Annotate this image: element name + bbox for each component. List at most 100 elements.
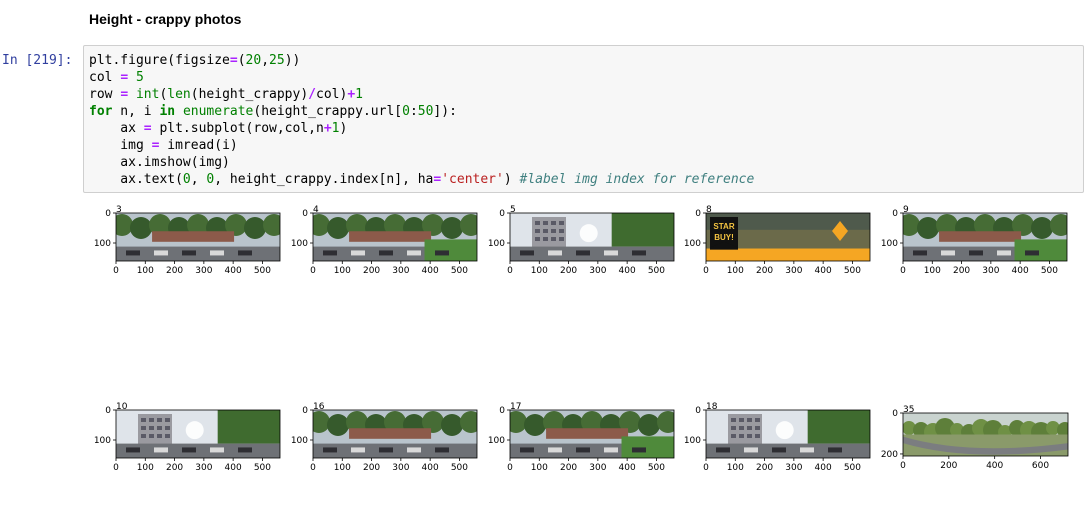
photo-tree — [327, 217, 349, 239]
photo-window — [739, 426, 744, 430]
photo-sun — [775, 421, 794, 440]
photo-building — [349, 231, 432, 242]
x-tick-label: 500 — [451, 266, 468, 276]
code-token: #label img index for reference — [519, 172, 755, 187]
code-token: (height_crappy.url[ — [253, 104, 403, 119]
x-tick-label: 100 — [531, 266, 548, 276]
image-index-label: 10 — [116, 402, 128, 412]
code-token: ]): — [433, 104, 457, 119]
photo-car — [238, 447, 252, 453]
photo-window — [157, 434, 162, 438]
photo-window — [731, 434, 736, 438]
photo-tree — [313, 214, 330, 236]
subplot-axes: 50 100 200 300 400 5000100 — [488, 205, 675, 276]
code-line: ax.text(0, 0, height_crappy.index[n], ha… — [89, 171, 1083, 188]
y-tick-label: 0 — [302, 209, 308, 219]
ad-banner-strip — [706, 248, 870, 261]
image-index-label: 18 — [706, 402, 718, 412]
photo-window — [755, 434, 760, 438]
x-tick-label: 500 — [648, 463, 665, 473]
y-tick-label: 100 — [488, 436, 505, 446]
image-content — [510, 410, 674, 458]
y-tick-label: 100 — [94, 436, 111, 446]
subplot-axes: 40 100 200 300 400 5000100 — [291, 205, 478, 276]
y-tick-label: 0 — [695, 209, 701, 219]
photo-car — [1025, 250, 1039, 256]
x-tick-label: 200 — [756, 266, 773, 276]
photo-car — [182, 250, 196, 256]
photo-car — [323, 447, 337, 453]
code-editor[interactable]: plt.figure(figsize=(20,25)) col = 5 row = … — [89, 52, 1083, 188]
photo-tree — [327, 414, 349, 436]
photo-car — [435, 447, 449, 453]
x-tick-label: 300 — [195, 463, 212, 473]
photo-car — [576, 447, 590, 453]
x-tick-label: 400 — [225, 463, 242, 473]
x-tick-label: 400 — [815, 266, 832, 276]
x-tick-label: 300 — [982, 266, 999, 276]
x-tick-label: 100 — [531, 463, 548, 473]
photo-car — [210, 250, 224, 256]
code-token: ax.text( — [89, 172, 183, 187]
photo-tree — [903, 214, 920, 236]
subplot-axes: 100 100 200 300 400 5000100 — [94, 402, 281, 473]
code-line: row = int(len(height_crappy)/col)+1 — [89, 86, 1083, 103]
photo-tree — [510, 411, 527, 433]
image-index-label: 17 — [510, 402, 521, 412]
x-tick-label: 600 — [1032, 461, 1049, 471]
photo-window — [543, 221, 548, 225]
x-tick-label: 100 — [727, 463, 744, 473]
photo-building — [152, 231, 235, 242]
photo-window — [157, 426, 162, 430]
photo-car — [828, 447, 842, 453]
subplot-axes: 30 100 200 300 400 5000100 — [94, 205, 281, 276]
image-content — [903, 213, 1067, 261]
photo-tree — [116, 214, 133, 236]
image-index-label: 35 — [903, 405, 914, 415]
code-token: enumerate — [182, 104, 254, 119]
code-token: )) — [284, 53, 301, 68]
photo-window — [141, 418, 146, 422]
x-tick-label: 0 — [900, 266, 906, 276]
photo-window — [141, 434, 146, 438]
y-tick-label: 100 — [291, 436, 308, 446]
subplot-axes: STARBUY!80 100 200 300 400 5000100 — [684, 205, 871, 276]
photo-tree — [130, 217, 152, 239]
code-token: , — [261, 53, 270, 68]
x-tick-label: 0 — [900, 461, 906, 471]
photo-road — [510, 246, 674, 261]
x-tick-label: 100 — [137, 266, 154, 276]
x-tick-label: 300 — [392, 463, 409, 473]
code-token: for — [89, 104, 113, 119]
code-token: plt.figure(figsize — [89, 53, 230, 68]
code-token: 20 — [245, 53, 262, 68]
code-cell[interactable]: plt.figure(figsize=(20,25)) col = 5 row = … — [83, 45, 1084, 193]
photo-tree — [244, 217, 266, 239]
code-token: ) — [503, 172, 520, 187]
photo-window — [149, 426, 154, 430]
subplot-axes: 18 0 100 200 300 400 500 0 100 — [684, 402, 871, 473]
subplot: 3 0 100 200 300 400 500 0 100 — [86, 201, 310, 281]
code-token: = — [229, 53, 238, 68]
code-token: 0 — [402, 104, 410, 119]
subplot: 4 0 100 200 300 400 500 0 100 — [283, 201, 507, 281]
x-tick-label: 100 — [334, 266, 351, 276]
x-tick-label: 500 — [844, 266, 861, 276]
x-tick-label: 500 — [844, 463, 861, 473]
photo-window — [149, 434, 154, 438]
photo-window — [165, 418, 170, 422]
x-tick-label: 0 — [703, 266, 709, 276]
subplot: 10 0 100 200 300 400 500 0 100 — [86, 398, 310, 478]
y-tick-label: 0 — [892, 409, 898, 419]
image-index-label: 9 — [903, 205, 909, 215]
photo-foliage — [807, 410, 870, 444]
x-tick-label: 0 — [310, 266, 316, 276]
y-tick-label: 0 — [105, 209, 111, 219]
code-token: ax — [89, 121, 144, 136]
x-tick-label: 400 — [422, 266, 439, 276]
x-tick-label: 200 — [953, 266, 970, 276]
code-token: 50 — [417, 104, 434, 119]
y-tick-label: 0 — [105, 406, 111, 416]
photo-window — [157, 418, 162, 422]
